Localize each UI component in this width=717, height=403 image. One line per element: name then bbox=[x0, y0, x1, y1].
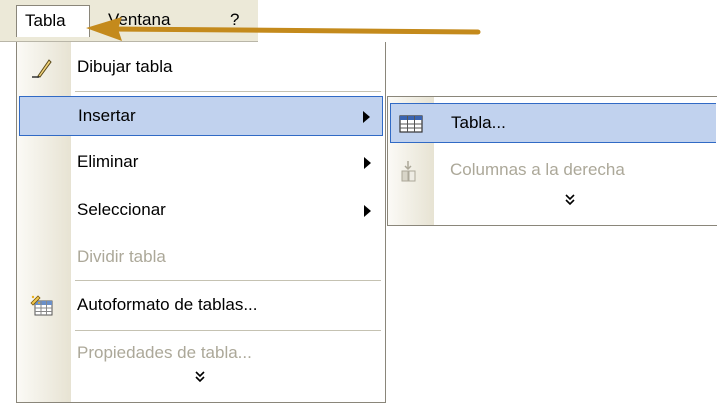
menu-item-insertar[interactable]: Insertar bbox=[19, 96, 383, 136]
menu-separator bbox=[75, 330, 381, 331]
double-chevron-down-icon bbox=[565, 194, 575, 206]
submenu-item-label: Tabla... bbox=[451, 113, 506, 132]
menu-item-dibujar-tabla[interactable]: Dibujar tabla bbox=[19, 48, 383, 88]
double-chevron-down-icon bbox=[195, 371, 205, 383]
pencil-icon bbox=[30, 56, 54, 80]
submenu-item-label: Columnas a la derecha bbox=[450, 160, 625, 179]
menu-item-label: Insertar bbox=[78, 106, 136, 125]
submenu-item-columnas-derecha: Columnas a la derecha bbox=[390, 151, 716, 191]
menu-separator bbox=[75, 280, 381, 281]
submenu-arrow-icon bbox=[363, 111, 370, 123]
submenu-item-tabla[interactable]: Tabla... bbox=[390, 103, 716, 143]
menu-item-eliminar[interactable]: Eliminar bbox=[19, 143, 383, 183]
tabla-menu: Dibujar tabla Insertar Eliminar Seleccio… bbox=[16, 42, 386, 403]
menu-item-label: Autoformato de tablas... bbox=[77, 295, 258, 314]
insert-columns-right-icon bbox=[397, 159, 423, 183]
menu-item-label: Dividir tabla bbox=[77, 247, 166, 266]
menu-item-label: Seleccionar bbox=[77, 200, 166, 219]
submenu-arrow-icon bbox=[364, 157, 371, 169]
submenu-expand-chevron-icon[interactable] bbox=[555, 193, 585, 212]
insertar-submenu: Tabla... Columnas a la derecha bbox=[387, 96, 717, 226]
menu-item-propiedades: Propiedades de tabla... bbox=[19, 334, 383, 374]
menu-item-seleccionar[interactable]: Seleccionar bbox=[19, 191, 383, 231]
menu-item-label: Eliminar bbox=[77, 152, 139, 171]
menu-item-label: Propiedades de tabla... bbox=[77, 343, 252, 362]
insert-table-icon bbox=[398, 112, 424, 136]
table-autoformat-icon bbox=[30, 294, 54, 318]
menu-expand-chevron-icon[interactable] bbox=[185, 370, 215, 389]
annotation-arrow-icon bbox=[86, 17, 481, 41]
menu-separator bbox=[75, 91, 381, 92]
menubar-item-tabla[interactable]: Tabla bbox=[16, 5, 90, 37]
menu-item-autoformato[interactable]: Autoformato de tablas... bbox=[19, 286, 383, 326]
menubar-item-label: Tabla bbox=[25, 11, 66, 30]
menu-item-label: Dibujar tabla bbox=[77, 57, 173, 76]
submenu-arrow-icon bbox=[364, 205, 371, 217]
menu-item-dividir-tabla: Dividir tabla bbox=[19, 238, 383, 278]
